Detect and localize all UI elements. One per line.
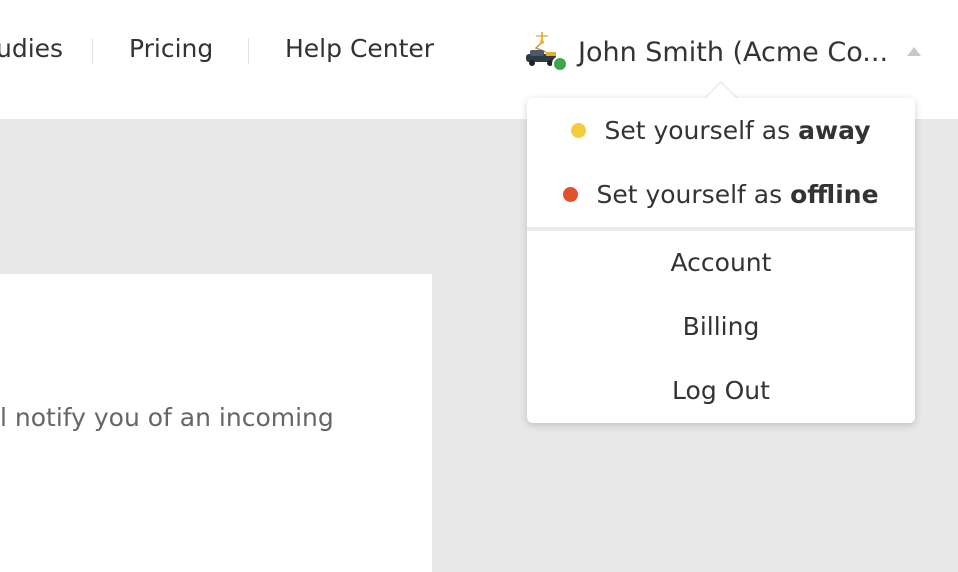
user-menu-toggle[interactable]: John Smith (Acme Co... — [522, 30, 888, 74]
billing-menu-item[interactable]: Billing — [527, 296, 915, 356]
avatar — [522, 30, 568, 74]
menu-divider — [527, 227, 915, 231]
status-offline-label: offline — [790, 179, 879, 209]
online-status-dot — [552, 56, 568, 72]
set-away-menu-item[interactable]: Set yourself as away — [527, 100, 915, 160]
set-offline-menu-item[interactable]: Set yourself as offline — [527, 164, 915, 224]
dropdown-pointer-fill — [705, 83, 737, 99]
nav-link-case-studies[interactable]: udies — [0, 34, 63, 63]
content-card: l notify you of an incoming — [0, 274, 432, 572]
user-dropdown-menu: Set yourself as away Set yourself as off… — [527, 98, 915, 423]
away-status-dot — [571, 122, 587, 138]
status-prefix: Set yourself as — [596, 179, 783, 209]
status-prefix: Set yourself as — [604, 115, 791, 145]
account-menu-item[interactable]: Account — [527, 232, 915, 292]
user-name: John Smith (Acme Co... — [578, 36, 889, 68]
nav-link-pricing[interactable]: Pricing — [129, 34, 213, 63]
caret-up-icon[interactable] — [907, 47, 921, 56]
nav-separator — [248, 38, 249, 64]
status-away-label: away — [798, 115, 871, 145]
offline-status-dot — [563, 186, 579, 202]
nav-link-help-center[interactable]: Help Center — [285, 34, 434, 63]
logout-menu-item[interactable]: Log Out — [527, 360, 915, 420]
nav-separator — [92, 38, 93, 64]
notification-description: l notify you of an incoming — [0, 403, 334, 432]
